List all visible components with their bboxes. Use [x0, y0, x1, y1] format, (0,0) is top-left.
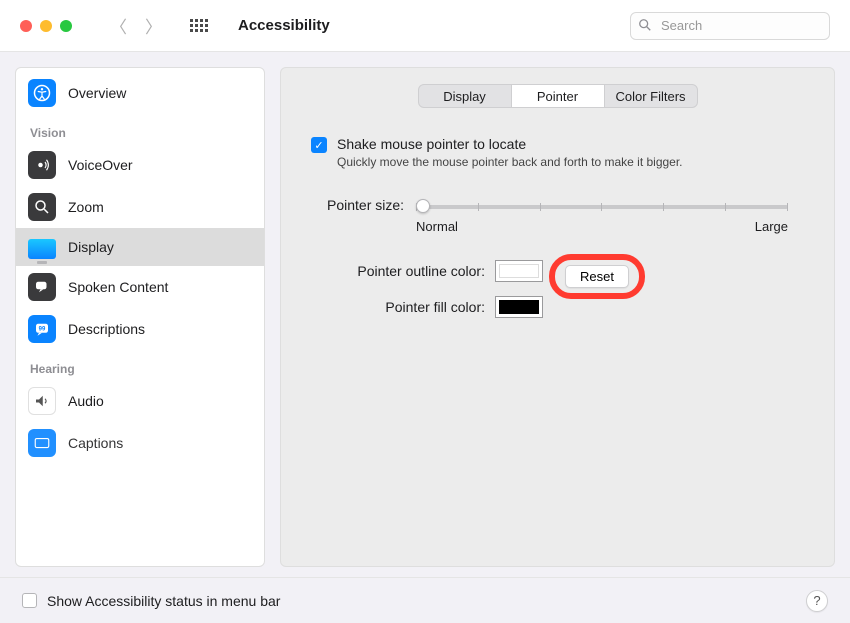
color-settings: Pointer outline color: Pointer fill colo…: [305, 260, 810, 318]
sidebar-header-hearing: Hearing: [16, 350, 264, 380]
tab-pointer[interactable]: Pointer: [511, 85, 604, 107]
tab-bar: Display Pointer Color Filters: [418, 84, 698, 108]
accessibility-window: 〈 〉 Accessibility Overview Vision: [0, 0, 850, 623]
sidebar-item-overview[interactable]: Overview: [16, 72, 264, 114]
sidebar-item-audio[interactable]: Audio: [16, 380, 264, 422]
sidebar-item-label: Display: [68, 239, 114, 255]
shake-label: Shake mouse pointer to locate: [337, 136, 683, 152]
zoom-icon: [28, 193, 56, 221]
audio-icon: [28, 387, 56, 415]
search-container: [630, 12, 830, 40]
slider-max-label: Large: [755, 219, 788, 234]
sidebar-item-label: Captions: [68, 435, 123, 451]
sidebar-item-spoken[interactable]: Spoken Content: [16, 266, 264, 308]
pointer-size-slider[interactable]: Normal Large: [416, 197, 788, 234]
sidebar-item-label: VoiceOver: [68, 157, 133, 173]
footer: Show Accessibility status in menu bar ?: [0, 577, 850, 623]
pointer-size-row: Pointer size: Normal Large: [305, 197, 810, 234]
shake-checkbox-row: ✓ Shake mouse pointer to locate Quickly …: [305, 136, 810, 171]
sidebar-item-label: Zoom: [68, 199, 104, 215]
slider-min-label: Normal: [416, 219, 458, 234]
tab-color-filters[interactable]: Color Filters: [604, 85, 697, 107]
search-input[interactable]: [630, 12, 830, 40]
sidebar-item-descriptions[interactable]: 99 Descriptions: [16, 308, 264, 350]
forward-button[interactable]: 〉: [145, 13, 162, 38]
voiceover-icon: [28, 151, 56, 179]
reset-button[interactable]: Reset: [565, 265, 629, 288]
accessibility-icon: [28, 79, 56, 107]
status-menubar-label: Show Accessibility status in menu bar: [47, 593, 280, 609]
sidebar: Overview Vision VoiceOver Zoom Displa: [15, 67, 265, 567]
reset-highlight: Reset: [549, 254, 645, 299]
fill-color-row: Pointer fill color:: [315, 296, 800, 318]
captions-icon: [28, 429, 56, 457]
fill-color-well[interactable]: [495, 296, 543, 318]
sidebar-item-label: Overview: [68, 85, 126, 101]
sidebar-item-zoom[interactable]: Zoom: [16, 186, 264, 228]
sidebar-item-label: Descriptions: [68, 321, 145, 337]
sidebar-item-captions[interactable]: Captions: [16, 422, 264, 464]
spoken-icon: [28, 273, 56, 301]
status-menubar-checkbox[interactable]: [22, 593, 37, 608]
help-button[interactable]: ?: [806, 590, 828, 612]
nav-arrows: 〈 〉: [110, 13, 162, 38]
minimize-button[interactable]: [40, 20, 52, 32]
maximize-button[interactable]: [60, 20, 72, 32]
main-panel: Display Pointer Color Filters ✓ Shake mo…: [280, 67, 835, 567]
sidebar-header-vision: Vision: [16, 114, 264, 144]
close-button[interactable]: [20, 20, 32, 32]
search-icon: [638, 18, 652, 35]
svg-text:99: 99: [39, 327, 46, 333]
sidebar-item-display[interactable]: Display: [16, 228, 264, 266]
sidebar-item-label: Audio: [68, 393, 104, 409]
sidebar-item-label: Spoken Content: [68, 279, 168, 295]
tab-display[interactable]: Display: [419, 85, 511, 107]
sidebar-item-voiceover[interactable]: VoiceOver: [16, 144, 264, 186]
outline-color-well[interactable]: [495, 260, 543, 282]
shake-text: Shake mouse pointer to locate Quickly mo…: [337, 136, 683, 171]
show-all-icon[interactable]: [190, 19, 208, 32]
descriptions-icon: 99: [28, 315, 56, 343]
body-area: Overview Vision VoiceOver Zoom Displa: [0, 52, 850, 577]
fill-color-label: Pointer fill color:: [315, 299, 485, 315]
window-title: Accessibility: [238, 17, 330, 34]
shake-description: Quickly move the mouse pointer back and …: [337, 154, 683, 171]
window-controls: [20, 20, 72, 32]
outline-color-label: Pointer outline color:: [315, 263, 485, 279]
display-icon: [28, 239, 56, 259]
titlebar: 〈 〉 Accessibility: [0, 0, 850, 52]
slider-thumb[interactable]: [416, 199, 430, 213]
back-button[interactable]: 〈: [110, 13, 127, 38]
shake-checkbox[interactable]: ✓: [311, 137, 327, 153]
pointer-size-label: Pointer size:: [327, 197, 404, 213]
